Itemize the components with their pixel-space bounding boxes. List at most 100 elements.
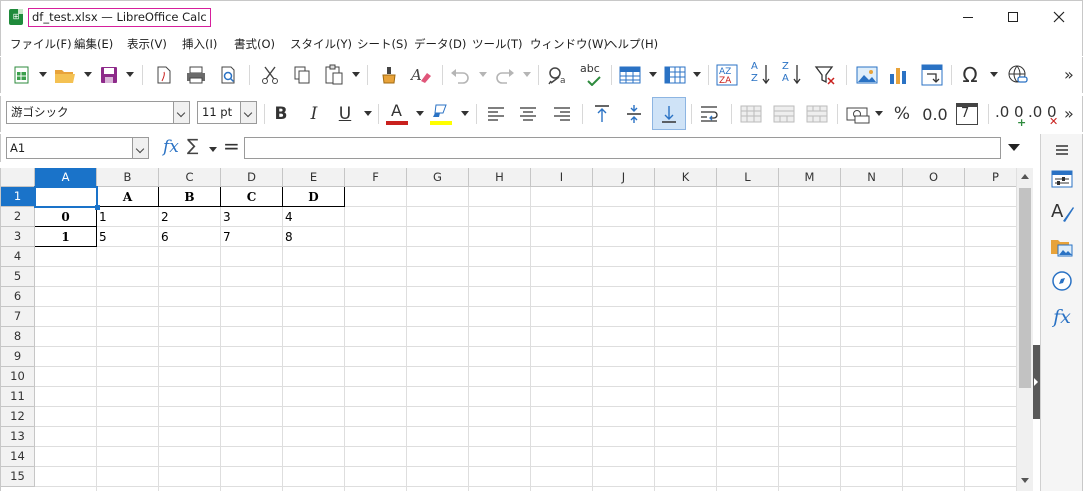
row-header-11[interactable]: 11 [1, 387, 35, 407]
menu-file[interactable]: ファイル(F) [10, 36, 72, 52]
row-header-7[interactable]: 7 [1, 307, 35, 327]
cell-b1[interactable]: A [97, 187, 159, 207]
column-dropdown-icon[interactable] [693, 72, 701, 77]
row-header-8[interactable]: 8 [1, 327, 35, 347]
font-size-combo[interactable]: 11 pt [197, 101, 257, 124]
number-format-button[interactable]: 0.0 [921, 102, 949, 126]
open-dropdown-icon[interactable] [84, 72, 92, 77]
font-name-combo[interactable]: 游ゴシック [6, 101, 190, 124]
menu-sheet[interactable]: シート(S) [357, 36, 408, 52]
column-header-l[interactable]: L [717, 168, 779, 187]
open-button[interactable] [53, 63, 77, 87]
scroll-down-icon[interactable] [1021, 478, 1029, 483]
vertical-scrollbar[interactable] [1016, 168, 1033, 491]
align-top-button[interactable] [590, 102, 614, 126]
cell-e2[interactable]: 4 [283, 207, 345, 227]
paste-button[interactable] [322, 63, 346, 87]
sidebar-properties-button[interactable] [1049, 166, 1075, 192]
new-dropdown-icon[interactable] [39, 72, 47, 77]
align-bottom-button[interactable] [652, 97, 686, 130]
row-header-9[interactable]: 9 [1, 347, 35, 367]
autofill-handle[interactable] [95, 205, 100, 210]
print-button[interactable] [184, 63, 208, 87]
row-header-10[interactable]: 10 [1, 367, 35, 387]
merge-center-button[interactable] [739, 102, 763, 126]
menu-insert[interactable]: 挿入(I) [182, 36, 217, 52]
column-header-b[interactable]: B [97, 168, 159, 187]
formula-input[interactable] [244, 137, 1001, 159]
remove-decimal-button[interactable]: .0 0 ✕ [1028, 102, 1058, 128]
row-button[interactable] [618, 63, 642, 87]
column-header-o[interactable]: O [903, 168, 965, 187]
font-name-dropdown-icon[interactable] [173, 102, 189, 123]
column-header-a[interactable]: A [35, 168, 97, 187]
close-button[interactable] [1036, 1, 1082, 33]
insert-chart-button[interactable] [887, 63, 911, 87]
scroll-up-icon[interactable] [1021, 174, 1029, 179]
column-header-e[interactable]: E [283, 168, 345, 187]
cell-a2[interactable]: 0 [35, 207, 97, 227]
sidebar-styles-button[interactable]: A [1049, 200, 1075, 226]
date-format-button[interactable]: 7 [955, 102, 979, 126]
row-header-1[interactable]: 1 [1, 187, 35, 207]
align-left-button[interactable] [484, 102, 508, 126]
more-tools-button[interactable]: » [1064, 65, 1074, 84]
center-vertically-button[interactable] [622, 102, 646, 126]
redo-dropdown-icon[interactable] [523, 72, 531, 77]
sum-dropdown-icon[interactable] [209, 147, 217, 152]
cut-button[interactable] [258, 63, 282, 87]
highlight-dropdown-icon[interactable] [461, 111, 469, 116]
menu-window[interactable]: ウィンドウ(W) [530, 36, 608, 52]
paste-dropdown-icon[interactable] [352, 72, 360, 77]
column-header-d[interactable]: D [221, 168, 283, 187]
cell-d1[interactable]: C [221, 187, 283, 207]
percent-button[interactable]: % [890, 102, 914, 126]
function-wizard-icon[interactable]: fx [163, 137, 179, 157]
cell-e1[interactable]: D [283, 187, 345, 207]
font-color-dropdown-icon[interactable] [416, 111, 424, 116]
column-button[interactable] [663, 63, 687, 87]
column-header-m[interactable]: M [779, 168, 841, 187]
maximize-button[interactable] [990, 1, 1036, 33]
clear-formatting-button[interactable]: A [409, 63, 433, 87]
row-header-14[interactable]: 14 [1, 447, 35, 467]
align-right-button[interactable] [550, 102, 574, 126]
column-header-g[interactable]: G [407, 168, 469, 187]
cell-e3[interactable]: 8 [283, 227, 345, 247]
redo-button[interactable] [493, 63, 517, 87]
font-size-dropdown-icon[interactable] [240, 102, 256, 123]
sum-icon[interactable]: ∑ [187, 136, 198, 156]
add-decimal-button[interactable]: .0 0 + [995, 102, 1026, 129]
row-header-5[interactable]: 5 [1, 267, 35, 287]
cell-c1[interactable]: B [159, 187, 221, 207]
sidebar-navigator-button[interactable] [1049, 268, 1075, 294]
export-pdf-button[interactable] [152, 63, 176, 87]
wrap-text-button[interactable] [698, 102, 722, 126]
currency-dropdown-icon[interactable] [875, 111, 883, 116]
cell-c3[interactable]: 6 [159, 227, 221, 247]
column-header-k[interactable]: K [655, 168, 717, 187]
autofilter-button[interactable] [813, 63, 837, 87]
find-replace-button[interactable]: a [546, 63, 570, 87]
undo-button[interactable] [448, 63, 472, 87]
menu-edit[interactable]: 編集(E) [74, 36, 113, 52]
row-header-6[interactable]: 6 [1, 287, 35, 307]
menu-help[interactable]: ヘルプ(H) [606, 36, 658, 52]
undo-dropdown-icon[interactable] [479, 72, 487, 77]
font-color-button[interactable]: A [385, 101, 409, 126]
cell-d2[interactable]: 3 [221, 207, 283, 227]
column-header-i[interactable]: I [531, 168, 593, 187]
select-all-corner[interactable] [1, 168, 35, 187]
copy-button[interactable] [290, 63, 314, 87]
column-header-h[interactable]: H [469, 168, 531, 187]
row-header-2[interactable]: 2 [1, 207, 35, 227]
sidebar-functions-button[interactable]: fx [1049, 304, 1075, 330]
sidebar-menu-button[interactable] [1049, 137, 1075, 163]
print-preview-button[interactable] [216, 63, 240, 87]
name-box[interactable]: A1 [6, 137, 149, 159]
sort-descending-button[interactable]: Z A [779, 61, 803, 87]
sort-ascending-button[interactable]: A Z [748, 61, 772, 87]
column-header-c[interactable]: C [159, 168, 221, 187]
underline-dropdown-icon[interactable] [364, 111, 372, 116]
expand-formula-bar-icon[interactable] [1008, 144, 1020, 151]
